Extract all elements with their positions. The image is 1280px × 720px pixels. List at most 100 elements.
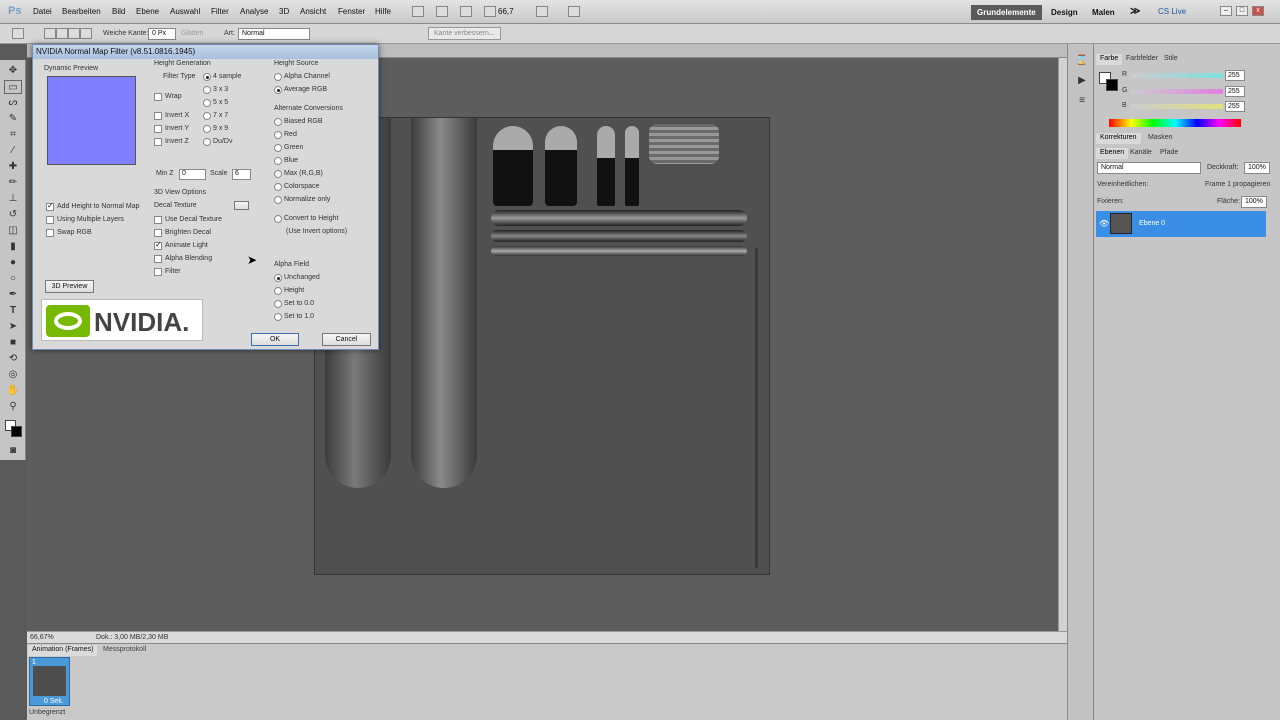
vertical-scrollbar[interactable] [1058, 58, 1067, 632]
marquee-tool-icon[interactable]: ▭ [4, 80, 22, 94]
alpha-set1-radio[interactable] [274, 313, 282, 321]
pen-tool-icon[interactable]: ✒ [4, 288, 22, 302]
opacity-input[interactable]: 100% [1244, 162, 1270, 174]
filter-9x9-radio[interactable] [203, 125, 211, 133]
style-select[interactable]: Normal [238, 28, 310, 40]
feather-input[interactable]: 0 Px [148, 28, 176, 40]
maximize-icon[interactable]: □ [1236, 6, 1248, 16]
ok-button[interactable]: OK [251, 333, 299, 346]
eyedropper-icon[interactable]: ⁄ [4, 144, 22, 158]
loop-select[interactable]: Unbegrenzt [29, 709, 65, 716]
subtract-selection-icon[interactable] [68, 28, 80, 39]
menu-filter[interactable]: Filter [211, 7, 229, 16]
move-tool-icon[interactable]: ✥ [4, 64, 22, 78]
menu-ansicht[interactable]: Ansicht [300, 7, 326, 16]
alpha-channel-radio[interactable] [274, 73, 282, 81]
status-zoom[interactable]: 66,67% [30, 634, 54, 641]
menu-auswahl[interactable]: Auswahl [170, 7, 200, 16]
animate-light-checkbox[interactable] [154, 240, 162, 250]
blur-tool-icon[interactable]: ● [4, 256, 22, 270]
conv-normalize-only-radio[interactable] [274, 196, 282, 204]
image-canvas[interactable] [314, 117, 770, 575]
tab-messprotokoll[interactable]: Messprotokoll [99, 645, 150, 656]
menu-datei[interactable]: Datei [33, 7, 52, 16]
menu-hilfe[interactable]: Hilfe [375, 7, 391, 16]
quick-selection-icon[interactable]: ✎ [4, 112, 22, 126]
background-color-swatch[interactable] [11, 426, 22, 437]
menu-bearbeiten[interactable]: Bearbeiten [62, 7, 101, 16]
invert-z-checkbox[interactable] [154, 138, 162, 146]
alpha-set0-radio[interactable] [274, 300, 282, 308]
properties-panel-icon[interactable]: ≡ [1073, 94, 1091, 108]
path-selection-icon[interactable]: ➤ [4, 320, 22, 334]
conv-max-rgb-radio[interactable] [274, 170, 282, 178]
menu-fenster[interactable]: Fenster [338, 7, 365, 16]
swap-rgb-checkbox[interactable] [46, 229, 54, 237]
layer-name[interactable]: Ebene 0 [1139, 220, 1165, 227]
fill-input[interactable]: 100% [1241, 196, 1267, 208]
filter-checkbox[interactable] [154, 268, 162, 276]
clone-stamp-icon[interactable]: ⊥ [4, 192, 22, 206]
channel-b-slider[interactable] [1131, 104, 1223, 109]
alpha-blending-checkbox[interactable] [154, 255, 162, 263]
channel-b-value[interactable]: 255 [1225, 101, 1245, 112]
arrange-icon[interactable] [536, 6, 548, 17]
history-panel-icon[interactable]: ⌛ [1073, 54, 1091, 68]
wrap-checkbox[interactable] [154, 93, 162, 101]
tab-pfade[interactable]: Pfade [1156, 148, 1182, 159]
eraser-icon[interactable]: ◫ [4, 224, 22, 238]
marquee-preset-icon[interactable] [12, 28, 24, 39]
menu-3d[interactable]: 3D [279, 7, 289, 16]
history-brush-icon[interactable]: ↺ [4, 208, 22, 222]
quick-mask-icon[interactable]: ◙ [4, 444, 22, 458]
shape-tool-icon[interactable]: ■ [4, 336, 22, 350]
add-height-checkbox[interactable] [46, 201, 54, 211]
use-decal-checkbox[interactable] [154, 216, 162, 224]
filter-4sample-radio[interactable] [203, 73, 211, 81]
tab-farbe[interactable]: Farbe [1096, 54, 1123, 65]
tab-korrekturen[interactable]: Korrekturen [1096, 133, 1141, 144]
alpha-height-radio[interactable] [274, 287, 282, 295]
refine-edge-button[interactable]: Kante verbessern... [428, 27, 501, 40]
minimize-icon[interactable]: – [1220, 6, 1232, 16]
menu-bild[interactable]: Bild [112, 7, 125, 16]
antialias-checkbox[interactable]: Glätten [181, 30, 204, 37]
new-selection-icon[interactable] [44, 28, 56, 39]
tab-masken[interactable]: Masken [1144, 133, 1177, 144]
crop-tool-icon[interactable]: ⌗ [4, 128, 22, 142]
conv-red-radio[interactable] [274, 131, 282, 139]
tab-ebenen[interactable]: Ebenen [1096, 148, 1129, 159]
healing-brush-icon[interactable]: ✚ [4, 160, 22, 174]
menu-analyse[interactable]: Analyse [240, 7, 268, 16]
preview-3d-button[interactable]: 3D Preview [45, 280, 94, 293]
channel-g-slider[interactable] [1131, 89, 1223, 94]
menu-ebene[interactable]: Ebene [136, 7, 159, 16]
filter-dudv-radio[interactable] [203, 138, 211, 146]
dodge-tool-icon[interactable]: ○ [4, 272, 22, 286]
3d-orbit-icon[interactable]: ◎ [4, 368, 22, 382]
channel-r-slider[interactable] [1131, 73, 1223, 78]
animation-frame[interactable]: 1 0 Sek. [29, 657, 70, 706]
channel-g-value[interactable]: 255 [1225, 86, 1245, 97]
lasso-tool-icon[interactable]: ᔕ [4, 96, 22, 110]
type-tool-icon[interactable]: T [4, 304, 22, 318]
tab-animation-frames[interactable]: Animation (Frames) [28, 645, 98, 656]
hand-icon[interactable]: ✋ [4, 384, 22, 398]
zoom-level[interactable]: 66,7 [498, 7, 514, 16]
close-icon[interactable]: x [1252, 6, 1264, 16]
invert-y-checkbox[interactable] [154, 125, 162, 133]
screen-mode-icon[interactable] [568, 6, 580, 17]
tab-farbfelder[interactable]: Farbfelder [1122, 54, 1162, 65]
multiple-layers-checkbox[interactable] [46, 216, 54, 224]
convert-to-height-radio[interactable] [274, 215, 282, 223]
hand-tool-icon[interactable] [484, 6, 496, 17]
workspace-design[interactable]: Design [1045, 5, 1084, 20]
conv-biased-rgb-radio[interactable] [274, 118, 282, 126]
workspace-malen[interactable]: Malen [1086, 5, 1121, 20]
intersect-selection-icon[interactable] [80, 28, 92, 39]
propagate-checkbox[interactable]: Frame 1 propagieren [1205, 181, 1270, 188]
tab-stile[interactable]: Stile [1160, 54, 1182, 65]
brighten-decal-checkbox[interactable] [154, 229, 162, 237]
add-selection-icon[interactable] [56, 28, 68, 39]
conv-blue-radio[interactable] [274, 157, 282, 165]
